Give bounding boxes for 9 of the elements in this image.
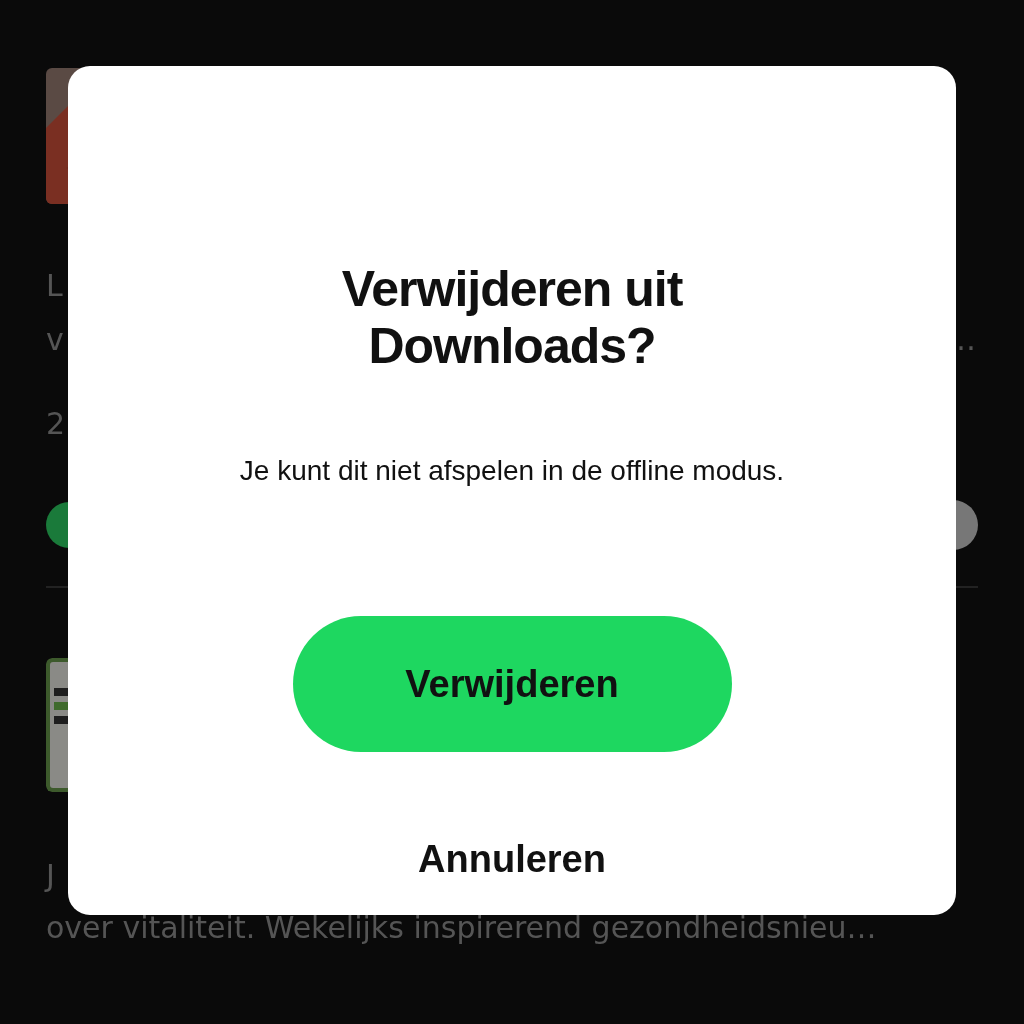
episode-description: v — [46, 321, 64, 359]
remove-button[interactable]: Verwijderen — [292, 616, 732, 752]
dialog-message: Je kunt dit niet afspelen in de offline modus. — [239, 454, 785, 488]
dialog-title: Verwijderen uit Downloads? — [340, 261, 684, 375]
episode-title: J — [46, 857, 55, 895]
episode-description: over vitaliteit. Wekelijks inspirerend gezondheidsnieu… — [46, 909, 877, 947]
episode-title: L — [46, 267, 63, 305]
cancel-button[interactable]: Annuleren — [402, 830, 622, 889]
episode-meta: 2 — [46, 405, 66, 443]
